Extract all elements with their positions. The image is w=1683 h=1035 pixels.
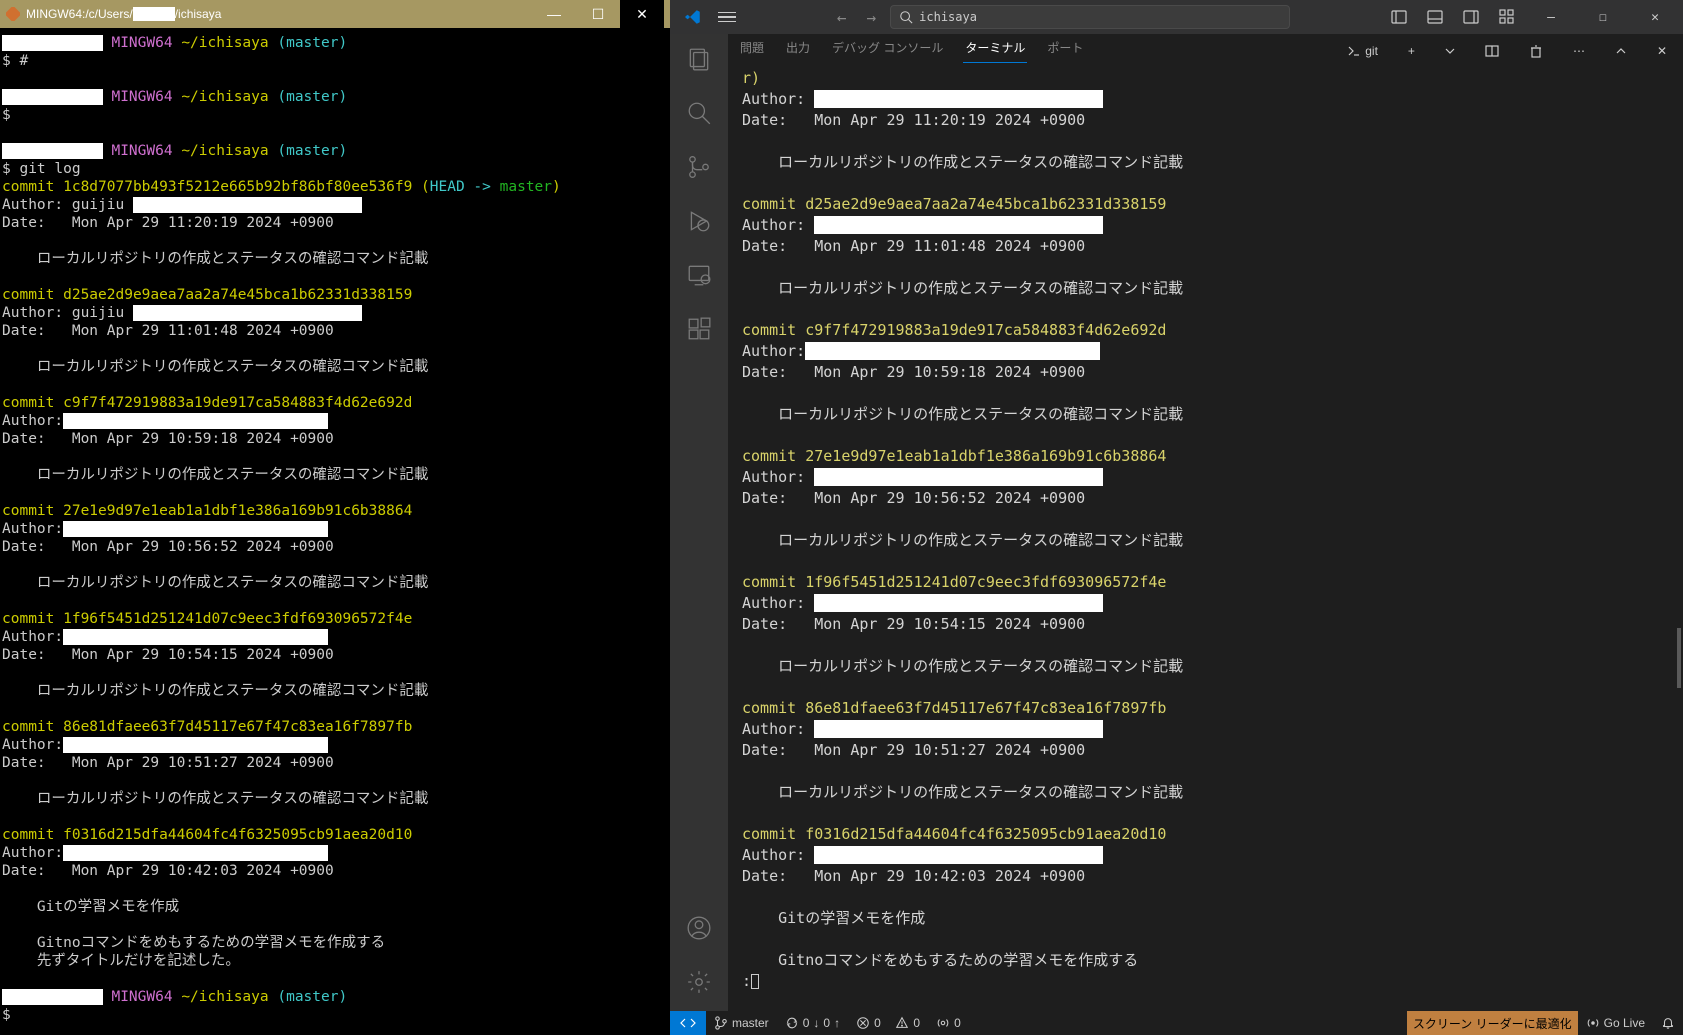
source-control-icon[interactable] <box>684 152 714 182</box>
ports-status[interactable]: 0 <box>928 1016 969 1030</box>
screen-reader-status[interactable]: スクリーン リーダーに最適化 <box>1407 1011 1578 1035</box>
activity-bar <box>670 34 728 1011</box>
settings-icon[interactable] <box>684 967 714 997</box>
terminal-scrollbar[interactable] <box>1677 628 1681 688</box>
close-button[interactable]: ✕ <box>620 0 664 28</box>
search-icon[interactable] <box>684 98 714 128</box>
kill-terminal-icon[interactable] <box>1523 44 1549 58</box>
accounts-icon[interactable] <box>684 913 714 943</box>
tab-ports[interactable]: ポート <box>1045 39 1085 62</box>
nav-forward-button[interactable]: → <box>861 8 883 27</box>
status-bar: master 0↓ 0↑ 0 0 0 スクリーン リーダーに最適化 Go Liv… <box>670 1011 1683 1035</box>
split-terminal-icon[interactable] <box>1479 44 1505 58</box>
search-input[interactable]: ichisaya <box>890 5 1290 29</box>
extensions-icon[interactable] <box>684 314 714 344</box>
search-text: ichisaya <box>919 10 977 24</box>
mingw-window: MINGW64:/c/Users//ichisaya — ☐ ✕ MINGW64… <box>0 0 670 1035</box>
layout-panel-icon[interactable] <box>1421 3 1449 31</box>
run-debug-icon[interactable] <box>684 206 714 236</box>
vsc-maximize-button[interactable]: ☐ <box>1581 0 1625 34</box>
vscode-logo-icon <box>684 8 702 26</box>
layout-primarysidebar-icon[interactable] <box>1385 3 1413 31</box>
vscode-window: ← → ichisaya — ☐ ✕ 問題 出力 <box>670 0 1683 1035</box>
explorer-icon[interactable] <box>684 44 714 74</box>
notifications-icon[interactable] <box>1653 1016 1683 1030</box>
mingw-terminal[interactable]: MINGW64 ~/ichisaya (master) $ # MINGW64 … <box>0 28 670 1024</box>
git-bash-icon <box>6 7 20 21</box>
vscode-terminal[interactable]: r) Author: Date: Mon Apr 29 11:20:19 202… <box>728 68 1683 1011</box>
vsc-close-button[interactable]: ✕ <box>1633 0 1677 34</box>
go-live-button[interactable]: Go Live <box>1578 1016 1653 1030</box>
chevron-up-icon[interactable] <box>1609 45 1633 57</box>
tab-debug[interactable]: デバッグ コンソール <box>830 39 945 62</box>
layout-secondarysidebar-icon[interactable] <box>1457 3 1485 31</box>
git-branch-status[interactable]: master <box>706 1016 777 1030</box>
tab-output[interactable]: 出力 <box>784 39 812 62</box>
terminal-dropdown-icon[interactable] <box>1439 46 1461 56</box>
tab-problems[interactable]: 問題 <box>738 39 766 62</box>
remote-explorer-icon[interactable] <box>684 260 714 290</box>
panel-tabs: 問題 出力 デバッグ コンソール ターミナル ポート git + ⋯ ✕ <box>728 34 1683 68</box>
layout-customize-icon[interactable] <box>1493 3 1521 31</box>
mingw-title-text: MINGW64:/c/Users//ichisaya <box>26 7 221 22</box>
minimize-button[interactable]: — <box>532 0 576 28</box>
more-actions-icon[interactable]: ⋯ <box>1567 44 1591 58</box>
vscode-titlebar[interactable]: ← → ichisaya — ☐ ✕ <box>670 0 1683 34</box>
nav-back-button[interactable]: ← <box>831 8 853 27</box>
problems-status[interactable]: 0 0 <box>848 1016 928 1030</box>
new-terminal-button[interactable]: + <box>1402 44 1421 58</box>
maximize-button[interactable]: ☐ <box>576 0 620 28</box>
mingw-titlebar[interactable]: MINGW64:/c/Users//ichisaya — ☐ ✕ <box>0 0 670 28</box>
tab-terminal[interactable]: ターミナル <box>963 39 1027 63</box>
terminal-shell-picker[interactable]: git <box>1341 44 1384 58</box>
menu-icon[interactable] <box>718 12 736 23</box>
close-panel-icon[interactable]: ✕ <box>1651 44 1673 58</box>
git-sync-status[interactable]: 0↓ 0↑ <box>777 1016 848 1030</box>
vsc-minimize-button[interactable]: — <box>1529 0 1573 34</box>
remote-indicator[interactable] <box>670 1011 706 1035</box>
